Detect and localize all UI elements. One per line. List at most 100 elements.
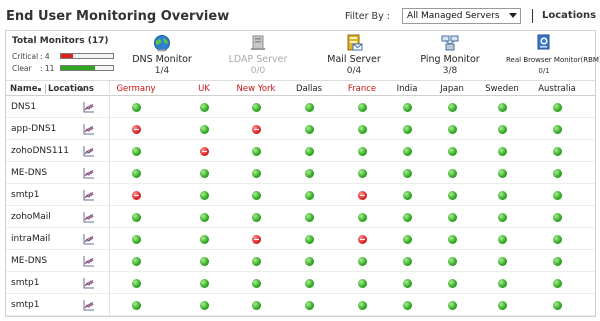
chart-icon[interactable] (83, 233, 95, 245)
monitor-name[interactable]: ME-DNS (11, 256, 47, 266)
status-up-icon[interactable] (132, 235, 141, 244)
status-up-icon[interactable] (358, 125, 367, 134)
locations-column-header[interactable]: Locations (48, 84, 94, 94)
status-up-icon[interactable] (553, 235, 562, 244)
filter-select[interactable]: All Managed Servers (402, 8, 521, 24)
monitor-name[interactable]: ME-DNS (11, 168, 47, 178)
status-up-icon[interactable] (305, 301, 314, 310)
status-up-icon[interactable] (448, 257, 457, 266)
monitor-type-rbm[interactable]: Real Browser Monitor(RBM) 0/1 (506, 34, 600, 78)
location-header[interactable]: UK (198, 84, 210, 94)
status-up-icon[interactable] (448, 169, 457, 178)
status-up-icon[interactable] (252, 169, 261, 178)
status-up-icon[interactable] (132, 301, 141, 310)
status-down-icon[interactable] (358, 191, 367, 200)
status-up-icon[interactable] (448, 103, 457, 112)
status-up-icon[interactable] (498, 191, 507, 200)
status-up-icon[interactable] (358, 103, 367, 112)
status-up-icon[interactable] (252, 191, 261, 200)
status-up-icon[interactable] (448, 213, 457, 222)
status-up-icon[interactable] (448, 191, 457, 200)
status-up-icon[interactable] (200, 213, 209, 222)
status-down-icon[interactable] (200, 147, 209, 156)
monitor-name[interactable]: app-DNS1 (11, 124, 56, 134)
chart-icon[interactable] (83, 255, 95, 267)
status-up-icon[interactable] (200, 257, 209, 266)
status-up-icon[interactable] (448, 235, 457, 244)
location-header[interactable]: Australia (538, 84, 576, 94)
status-up-icon[interactable] (403, 191, 412, 200)
status-up-icon[interactable] (498, 169, 507, 178)
status-up-icon[interactable] (252, 279, 261, 288)
location-header[interactable]: Dallas (296, 84, 322, 94)
status-up-icon[interactable] (358, 279, 367, 288)
chart-icon[interactable] (83, 211, 95, 223)
sort-icon[interactable] (80, 88, 83, 91)
monitor-name[interactable]: smtp1 (11, 190, 39, 200)
status-up-icon[interactable] (498, 257, 507, 266)
status-up-icon[interactable] (448, 147, 457, 156)
status-up-icon[interactable] (403, 147, 412, 156)
status-up-icon[interactable] (305, 169, 314, 178)
status-up-icon[interactable] (200, 191, 209, 200)
status-up-icon[interactable] (403, 213, 412, 222)
status-up-icon[interactable] (403, 279, 412, 288)
status-up-icon[interactable] (305, 191, 314, 200)
status-up-icon[interactable] (498, 235, 507, 244)
status-down-icon[interactable] (132, 191, 141, 200)
status-up-icon[interactable] (200, 125, 209, 134)
chart-icon[interactable] (83, 123, 95, 135)
status-up-icon[interactable] (553, 301, 562, 310)
status-up-icon[interactable] (403, 103, 412, 112)
status-up-icon[interactable] (305, 147, 314, 156)
chart-icon[interactable] (83, 277, 95, 289)
status-up-icon[interactable] (252, 147, 261, 156)
status-up-icon[interactable] (132, 147, 141, 156)
status-up-icon[interactable] (358, 147, 367, 156)
status-up-icon[interactable] (448, 301, 457, 310)
status-up-icon[interactable] (403, 235, 412, 244)
status-up-icon[interactable] (553, 169, 562, 178)
status-up-icon[interactable] (358, 169, 367, 178)
status-up-icon[interactable] (305, 235, 314, 244)
status-up-icon[interactable] (200, 235, 209, 244)
status-up-icon[interactable] (403, 125, 412, 134)
status-up-icon[interactable] (200, 279, 209, 288)
monitor-name[interactable]: smtp1 (11, 300, 39, 310)
locations-link[interactable]: Locations (542, 10, 596, 21)
status-up-icon[interactable] (498, 213, 507, 222)
status-up-icon[interactable] (305, 257, 314, 266)
status-up-icon[interactable] (200, 169, 209, 178)
status-up-icon[interactable] (305, 213, 314, 222)
monitor-name[interactable]: intraMail (11, 234, 50, 244)
monitor-name[interactable]: smtp1 (11, 278, 39, 288)
status-up-icon[interactable] (553, 125, 562, 134)
status-down-icon[interactable] (132, 125, 141, 134)
monitor-type-ping[interactable]: Ping Monitor 3/8 (412, 34, 488, 78)
status-up-icon[interactable] (132, 103, 141, 112)
status-up-icon[interactable] (305, 125, 314, 134)
status-up-icon[interactable] (403, 169, 412, 178)
status-down-icon[interactable] (252, 125, 261, 134)
status-up-icon[interactable] (403, 301, 412, 310)
status-up-icon[interactable] (200, 301, 209, 310)
monitor-name[interactable]: DNS1 (11, 102, 36, 112)
status-down-icon[interactable] (358, 235, 367, 244)
chart-icon[interactable] (83, 145, 95, 157)
monitor-name[interactable]: zohoMail (11, 212, 51, 222)
location-header[interactable]: France (348, 84, 376, 94)
status-up-icon[interactable] (553, 191, 562, 200)
status-up-icon[interactable] (252, 301, 261, 310)
status-up-icon[interactable] (448, 125, 457, 134)
location-header[interactable]: Japan (440, 84, 464, 94)
status-up-icon[interactable] (252, 257, 261, 266)
status-up-icon[interactable] (305, 103, 314, 112)
monitor-type-mail[interactable]: Mail Server 0/4 (316, 34, 392, 78)
monitor-type-dns[interactable]: DNS Monitor 1/4 (124, 34, 200, 78)
status-up-icon[interactable] (252, 103, 261, 112)
location-header[interactable]: New York (237, 84, 276, 94)
chart-icon[interactable] (83, 299, 95, 311)
status-up-icon[interactable] (358, 301, 367, 310)
critical-stat[interactable]: Critical : 4 (12, 52, 122, 61)
status-up-icon[interactable] (553, 147, 562, 156)
